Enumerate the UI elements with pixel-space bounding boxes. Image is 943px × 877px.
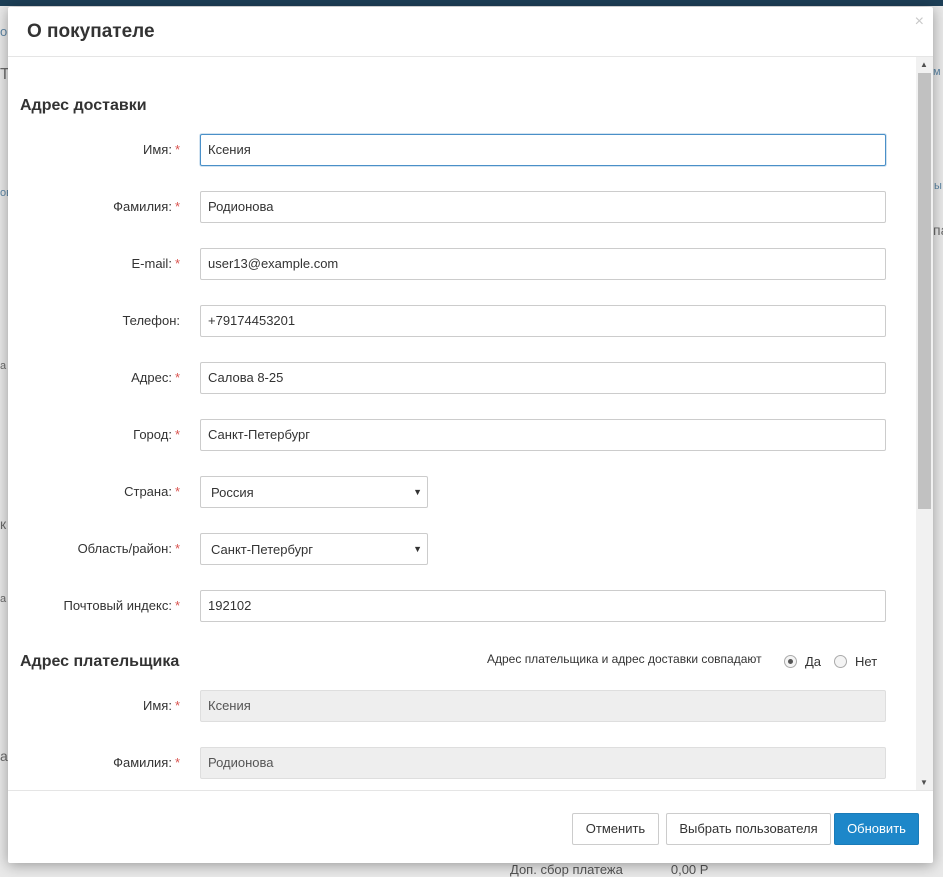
caret-down-icon: ▼ <box>413 544 422 554</box>
same-address-radio-group: Да Нет <box>784 654 890 669</box>
shipping-postcode-input[interactable]: 192102 <box>200 590 886 622</box>
shipping-region-value: Санкт-Петербург <box>211 542 313 557</box>
shipping-last-name-row: Фамилия: * Родионова <box>8 191 918 223</box>
shipping-address-row: Адрес: * Салова 8-25 <box>8 362 918 394</box>
modal-scrollbar[interactable]: ▲ ▼ <box>916 57 933 790</box>
caret-down-icon: ▼ <box>413 487 422 497</box>
scroll-down-arrow-icon[interactable]: ▼ <box>920 778 928 787</box>
background-fragment: па <box>933 222 943 238</box>
shipping-country-row: Страна: * Россия ▼ <box>8 476 918 508</box>
shipping-address-label: Адрес: * <box>131 370 180 385</box>
background-topbar <box>0 0 943 6</box>
modal-body: Адрес доставки Имя: * Ксения Фамилия: * Ро… <box>8 57 933 790</box>
background-fragment: а <box>0 593 7 605</box>
close-icon[interactable]: × <box>915 13 924 31</box>
shipping-email-label: E-mail: * <box>131 256 180 271</box>
same-address-no-label[interactable]: Нет <box>855 654 877 669</box>
shipping-country-label: Страна: * <box>124 484 180 499</box>
billing-last-name-row: Фамилия: * Родионова <box>8 747 918 779</box>
shipping-country-select[interactable]: Россия ▼ <box>200 476 428 508</box>
background-fee-row: Доп. сбор платежа 0,00 Р <box>510 862 756 877</box>
background-fragment: к <box>0 516 7 532</box>
shipping-address-input[interactable]: Салова 8-25 <box>200 362 886 394</box>
background-fragment: а <box>0 748 8 764</box>
shipping-email-row: E-mail: * user13@example.com <box>8 248 918 280</box>
modal-header: О покупателе × <box>8 7 933 57</box>
shipping-last-name-label: Фамилия: * <box>113 199 180 214</box>
shipping-first-name-label: Имя: * <box>143 142 180 157</box>
shipping-email-input[interactable]: user13@example.com <box>200 248 886 280</box>
shipping-city-input[interactable]: Санкт-Петербург <box>200 419 886 451</box>
same-address-yes-label[interactable]: Да <box>805 654 821 669</box>
shipping-section-title: Адрес доставки <box>20 97 147 114</box>
billing-first-name-input: Ксения <box>200 690 886 722</box>
shipping-phone-label: Телефон: <box>122 313 180 328</box>
shipping-phone-row: Телефон: +79174453201 <box>8 305 918 337</box>
same-address-yes-radio[interactable] <box>784 655 797 668</box>
shipping-region-row: Область/район: * Санкт-Петербург ▼ <box>8 533 918 565</box>
shipping-region-label: Область/район: * <box>77 541 180 556</box>
modal-title: О покупателе <box>27 21 155 42</box>
same-address-question: Адрес плательщика и адрес доставки совпа… <box>487 652 762 666</box>
cancel-button[interactable]: Отменить <box>572 813 659 845</box>
shipping-last-name-input[interactable]: Родионова <box>200 191 886 223</box>
shipping-postcode-label: Почтовый индекс: * <box>63 598 181 613</box>
background-fragment: ы <box>934 180 942 192</box>
shipping-first-name-row: Имя: * Ксения <box>8 134 918 166</box>
background-fragment: о <box>0 24 8 39</box>
shipping-region-select[interactable]: Санкт-Петербург ▼ <box>200 533 428 565</box>
background-fragment: м <box>933 66 941 78</box>
modal-footer: Отменить Выбрать пользователя Обновить <box>8 790 933 864</box>
background-fee-label: Доп. сбор платежа <box>510 862 623 877</box>
billing-last-name-label: Фамилия: * <box>113 755 180 770</box>
customer-modal: О покупателе × Адрес доставки Имя: * Ксен… <box>8 7 933 863</box>
scrollbar-thumb[interactable] <box>918 73 931 509</box>
billing-first-name-row: Имя: * Ксения <box>8 690 918 722</box>
background-fragment: а <box>0 360 7 372</box>
billing-first-name-label: Имя: * <box>143 698 180 713</box>
same-address-no-radio[interactable] <box>834 655 848 668</box>
shipping-postcode-row: Почтовый индекс: * 192102 <box>8 590 918 622</box>
billing-last-name-input: Родионова <box>200 747 886 779</box>
background-fee-value: 0,00 Р <box>670 862 709 877</box>
shipping-city-label: Город: * <box>133 427 180 442</box>
select-user-button[interactable]: Выбрать пользователя <box>666 813 831 845</box>
scroll-up-arrow-icon[interactable]: ▲ <box>920 60 928 69</box>
shipping-phone-input[interactable]: +79174453201 <box>200 305 886 337</box>
shipping-country-value: Россия <box>211 485 254 500</box>
billing-section-title: Адрес плательщика <box>20 653 180 670</box>
shipping-city-row: Город: * Санкт-Петербург <box>8 419 918 451</box>
shipping-first-name-input[interactable]: Ксения <box>200 134 886 166</box>
update-button[interactable]: Обновить <box>834 813 919 845</box>
